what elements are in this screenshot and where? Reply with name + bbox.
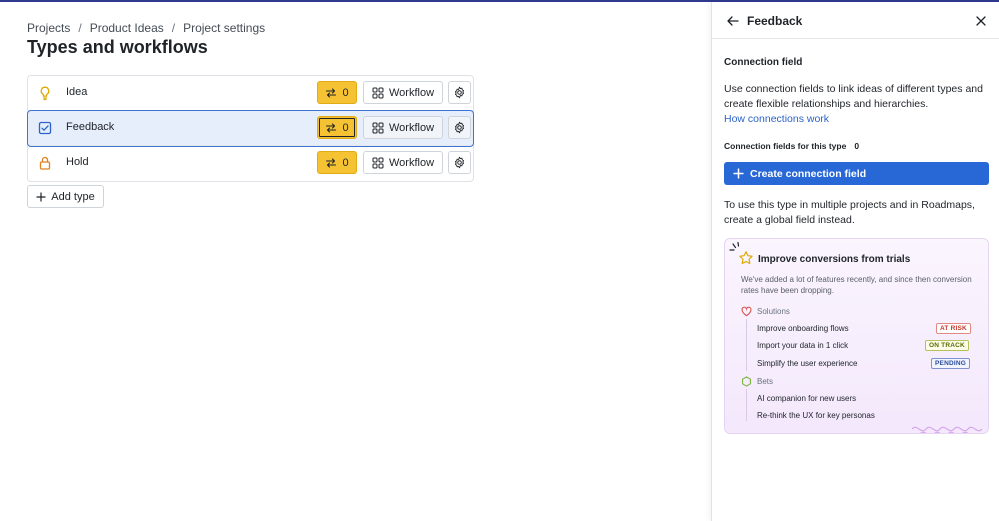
bet-item: AI companion for new users [757,394,857,403]
gear-icon [454,121,465,134]
group-solutions: Solutions [741,306,790,317]
types-list: Idea 0 Workflow Feedback 0 Workflow Hold… [27,75,474,182]
solution-item: Improve onboarding flows [757,324,849,333]
connections-count: 0 [342,156,349,169]
connections-button[interactable]: 0 [317,116,357,139]
breadcrumb: Projects / Product Ideas / Project setti… [27,21,265,35]
swap-arrows-icon [326,87,337,98]
connections-count: 0 [342,121,349,134]
arrow-left-icon[interactable] [726,14,740,28]
group-bets: Bets [741,376,773,387]
plus-icon [36,191,46,202]
close-icon[interactable] [974,14,988,28]
lightbulb-icon [40,86,50,101]
connections-button[interactable]: 0 [317,81,357,104]
workflow-icon [372,87,384,98]
connections-count: 0 [342,86,349,99]
type-name: Idea [66,86,88,98]
section-title: Connection field [724,57,803,68]
tree-line [746,389,747,421]
breadcrumb-projects[interactable]: Projects [27,21,70,35]
promo-title: Improve conversions from trials [758,254,911,265]
workflow-label: Workflow [388,121,435,134]
heart-icon [741,306,752,317]
connection-side-panel: Feedback Connection field Use connection… [711,2,999,521]
type-name: Hold [66,156,89,168]
global-field-note: To use this type in multiple projects an… [724,199,975,226]
panel-title: Feedback [747,14,803,28]
type-row-feedback[interactable]: Feedback 0 Workflow [27,110,474,147]
add-type-label: Add type [51,190,95,203]
status-badge: ON TRACK [925,340,969,351]
swap-arrows-icon [326,157,337,168]
how-connections-work-link[interactable]: How connections work [724,113,829,125]
workflow-icon [372,157,384,168]
section-description: Use connection fields to link ideas of d… [724,83,983,110]
lock-icon [39,156,51,170]
group-label: Bets [757,377,774,386]
promo-card: Improve conversions from trials We've ad… [724,238,989,434]
create-connection-field-button[interactable]: Create connection field [724,162,989,185]
decorative-squiggle [911,426,983,433]
bet-item: Re-think the UX for key personas [757,411,875,420]
count-value: 0 [854,141,860,151]
create-button-label: Create connection field [750,167,867,180]
main-content: Projects / Product Ideas / Project setti… [0,2,711,521]
breadcrumb-project-settings[interactable]: Project settings [183,21,265,35]
solution-item: Import your data in 1 click [757,341,849,350]
connection-fields-count: Connection fields for this type 0 [724,141,859,151]
workflow-button[interactable]: Workflow [363,81,443,104]
star-icon [739,251,753,265]
workflow-button[interactable]: Workflow [363,151,443,174]
add-type-button[interactable]: Add type [27,185,104,208]
solution-item: Simplify the user experience [757,359,858,368]
page-title: Types and workflows [27,37,208,57]
status-badge: AT RISK [936,323,971,334]
breadcrumb-separator: / [78,21,82,35]
breadcrumb-separator: / [171,21,176,35]
workflow-icon [372,122,384,133]
count-label: Connection fields for this type [724,141,847,151]
type-settings-button[interactable] [448,81,471,104]
promo-description: We've added a lot of features recently, … [741,275,972,295]
type-row-idea[interactable]: Idea 0 Workflow [28,76,473,111]
type-row-hold[interactable]: Hold 0 Workflow [28,146,473,181]
workflow-label: Workflow [388,86,435,99]
hexagon-icon [742,376,751,387]
type-name: Feedback [66,121,115,133]
gear-icon [454,86,465,99]
connections-button[interactable]: 0 [317,151,357,174]
group-label: Solutions [757,307,790,316]
plus-icon [733,168,744,179]
checkbox-icon [38,121,52,135]
workflow-label: Workflow [388,156,435,169]
tree-line [746,319,747,371]
type-settings-button[interactable] [448,151,471,174]
panel-header: Feedback [712,2,999,39]
gear-icon [454,156,465,169]
swap-arrows-icon [326,122,337,133]
breadcrumb-product-ideas[interactable]: Product Ideas [90,21,164,35]
type-settings-button[interactable] [448,116,471,139]
workflow-button[interactable]: Workflow [363,116,443,139]
status-badge: PENDING [931,358,971,369]
